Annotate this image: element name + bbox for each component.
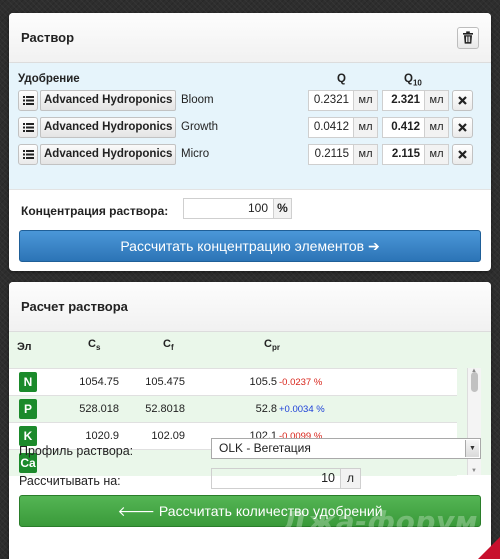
cs-value: 528.018 [79, 403, 119, 415]
deviation-value: +0.0034 % [279, 404, 325, 415]
profile-selected-value: OLK - Вегетация [219, 441, 311, 455]
solution-panel: Раствор Удобрение Q Q10 Advanced Hydropo… [9, 13, 491, 271]
element-column-header: Эл [17, 341, 32, 353]
calculate-concentration-button[interactable]: Рассчитать концентрацию элементов ➔ [19, 230, 481, 262]
cf-value: 105.475 [145, 376, 185, 388]
close-icon [458, 150, 467, 159]
close-icon [458, 96, 467, 105]
calculation-panel-header: Расчет раствора [9, 282, 491, 332]
scroll-thumb[interactable] [471, 372, 478, 392]
q-field[interactable]: 0.2321 мл [308, 90, 378, 111]
fertilizer-table-header: Удобрение Q Q10 [9, 68, 491, 90]
cpr-value: 105.5 [249, 376, 277, 388]
deviation-value: -0.0237 % [279, 377, 323, 388]
list-icon [22, 150, 34, 159]
fertilizer-row: Advanced Hydroponics Growth 0.0412 мл 0.4… [9, 117, 491, 139]
fertilizer-name: Micro [181, 148, 210, 160]
list-button[interactable] [18, 117, 38, 138]
calculation-panel-title: Расчет раствора [21, 299, 128, 314]
volume-input[interactable]: 10 л [211, 468, 361, 489]
q10-field[interactable]: 2.321 мл [382, 90, 449, 111]
solution-panel-title: Раствор [21, 30, 75, 45]
concentration-label: Концентрация раствора: [21, 204, 169, 218]
concentration-input[interactable]: 100% [183, 198, 292, 219]
cs-value: 1054.75 [79, 376, 119, 388]
solution-panel-header: Раствор [9, 13, 491, 63]
element-table-header: Эл Cs Cf Cpr [9, 338, 491, 360]
q-field[interactable]: 0.0412 мл [308, 117, 378, 138]
profile-select[interactable]: OLK - Вегетация ▼ [211, 438, 481, 459]
cf-column-header: Cf [163, 338, 174, 353]
profile-label: Профиль раствора: [19, 444, 134, 458]
cpr-value: 52.8 [255, 403, 277, 415]
remove-button[interactable] [452, 90, 473, 111]
fertilizer-name: Growth [181, 121, 219, 133]
list-button[interactable] [18, 144, 38, 165]
concentration-row: Концентрация раствора: 100% [9, 189, 491, 231]
brand-button[interactable]: Advanced Hydroponics [40, 117, 177, 138]
brand-button[interactable]: Advanced Hydroponics [40, 90, 177, 111]
q-field[interactable]: 0.2115 мл [308, 144, 378, 165]
calc-for-row: Рассчитывать на: 10 л [9, 468, 491, 494]
forum-watermark: Джа-форум [282, 505, 479, 538]
table-row: N 1054.75 105.475 105.5 -0.0237 % [9, 368, 457, 395]
fertilizer-row: Advanced Hydroponics Micro 0.2115 мл 2.11… [9, 144, 491, 166]
corner-decoration [478, 537, 500, 559]
trash-button[interactable] [457, 26, 479, 49]
remove-button[interactable] [452, 117, 473, 138]
profile-row: Профиль раствора: OLK - Вегетация ▼ [9, 438, 491, 464]
list-icon [22, 123, 34, 132]
q-column-header: Q [337, 73, 346, 85]
cpr-column-header: Cpr [264, 338, 280, 353]
table-row: P 528.018 52.8018 52.8 +0.0034 % [9, 395, 457, 422]
fertilizer-column-header: Удобрение [18, 73, 80, 85]
brand-button[interactable]: Advanced Hydroponics [40, 144, 177, 165]
calc-for-label: Рассчитывать на: [19, 474, 121, 488]
fertilizer-list: Удобрение Q Q10 Advanced Hydroponics Blo… [9, 63, 491, 189]
list-icon [22, 96, 34, 105]
close-icon [458, 123, 467, 132]
fertilizer-name: Bloom [181, 94, 214, 106]
q10-field[interactable]: 2.115 мл [382, 144, 449, 165]
cs-column-header: Cs [88, 338, 101, 353]
chevron-down-icon[interactable]: ▼ [465, 440, 479, 457]
cf-value: 52.8018 [145, 403, 185, 415]
q10-field[interactable]: 0.412 мл [382, 117, 449, 138]
trash-icon [463, 31, 473, 44]
remove-button[interactable] [452, 144, 473, 165]
element-badge: N [19, 372, 37, 392]
fertilizer-row: Advanced Hydroponics Bloom 0.2321 мл 2.32… [9, 90, 491, 112]
element-badge: P [19, 399, 37, 419]
list-button[interactable] [18, 90, 38, 111]
q10-column-header: Q10 [404, 73, 422, 88]
